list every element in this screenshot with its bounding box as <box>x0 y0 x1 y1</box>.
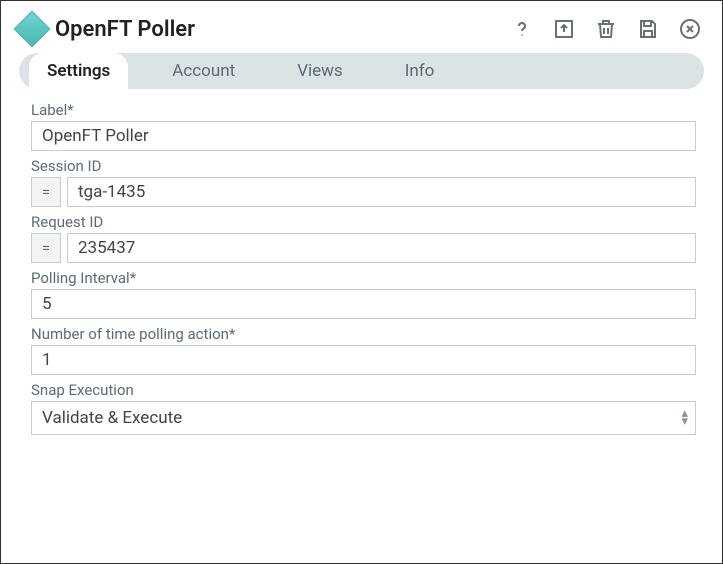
save-button[interactable] <box>634 15 662 43</box>
tab-settings[interactable]: Settings <box>29 53 128 89</box>
export-icon <box>552 17 576 41</box>
snap-logo-icon <box>14 11 51 48</box>
export-button[interactable] <box>550 15 578 43</box>
polling-interval-label: Polling Interval* <box>31 269 696 287</box>
trash-icon <box>594 17 618 41</box>
request-id-label: Request ID <box>31 213 696 231</box>
session-id-label: Session ID <box>31 157 696 175</box>
request-id-input[interactable] <box>67 233 696 263</box>
label-label: Label* <box>31 101 696 119</box>
delete-button[interactable] <box>592 15 620 43</box>
snap-execution-label: Snap Execution <box>31 381 696 399</box>
dialog-title: OpenFT Poller <box>55 17 195 42</box>
poll-count-input[interactable] <box>31 345 696 375</box>
tab-views[interactable]: Views <box>279 53 361 89</box>
close-icon <box>678 17 702 41</box>
settings-form: Label* Session ID = Request ID = Polling… <box>15 89 708 435</box>
session-id-input[interactable] <box>67 177 696 207</box>
dialog-header: OpenFT Poller <box>15 11 708 53</box>
label-input[interactable] <box>31 121 696 151</box>
tab-bar: Settings Account Views Info <box>19 53 704 89</box>
polling-interval-input[interactable] <box>31 289 696 319</box>
session-id-expression-button[interactable]: = <box>31 177 61 207</box>
save-icon <box>636 17 660 41</box>
poll-count-label: Number of time polling action* <box>31 325 696 343</box>
snap-execution-select[interactable] <box>31 401 696 435</box>
tab-account[interactable]: Account <box>154 53 253 89</box>
tab-info[interactable]: Info <box>387 53 453 89</box>
help-button[interactable] <box>508 15 536 43</box>
request-id-expression-button[interactable]: = <box>31 233 61 263</box>
close-button[interactable] <box>676 15 704 43</box>
help-icon <box>510 17 534 41</box>
